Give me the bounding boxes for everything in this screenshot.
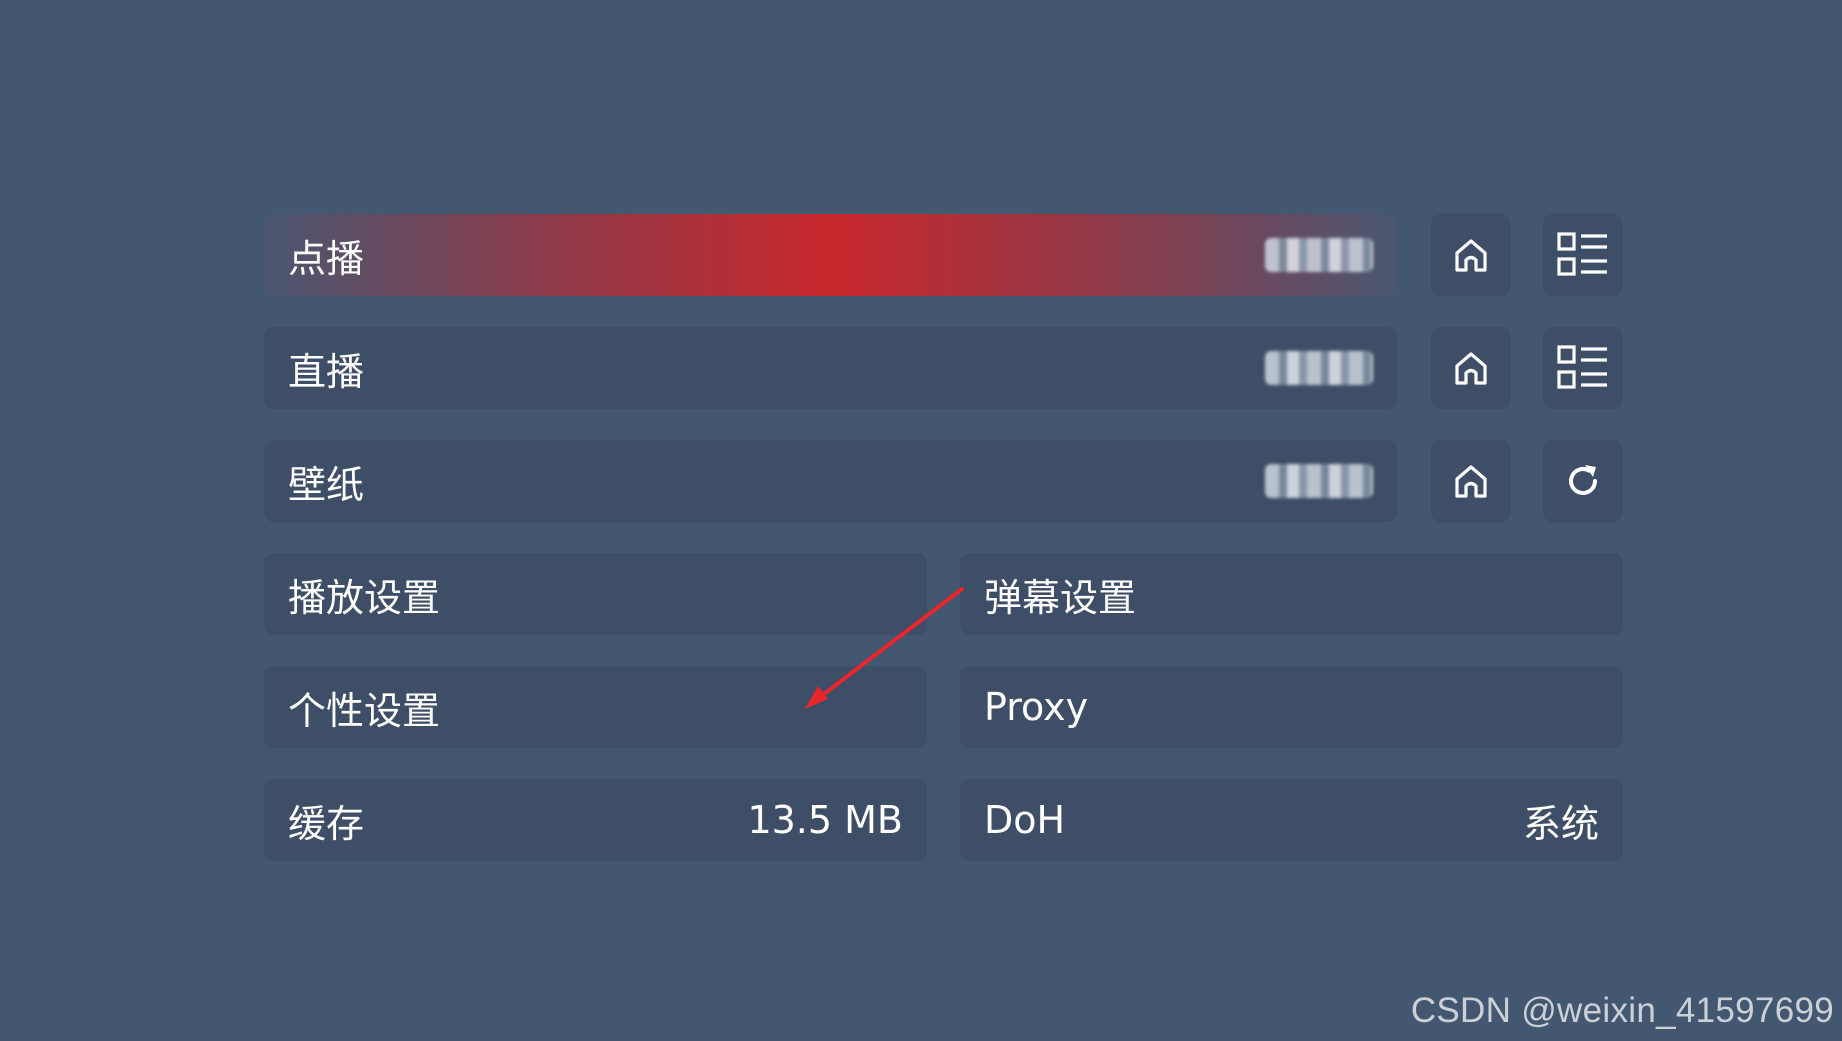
refresh-icon [1569,465,1597,495]
player-settings-label: 播放设置 [288,575,441,620]
live-home-button[interactable] [1431,327,1511,409]
cache-size-value: 13.5 MB [747,798,903,842]
vod-label: 点播 [288,236,365,281]
live-list-button[interactable] [1543,327,1623,409]
vod-setting-row[interactable]: 点播 [264,214,1397,296]
csdn-watermark: CSDN @weixin_41597699 [1410,991,1834,1030]
wallpaper-value-blurred [1265,464,1373,498]
grid-list-icon [1557,345,1607,389]
grid-list-icon [1557,232,1607,276]
wallpaper-refresh-button[interactable] [1543,440,1623,522]
home-icon [1455,239,1487,272]
danmaku-settings-label: 弹幕设置 [984,575,1137,620]
wallpaper-setting-row[interactable]: 壁纸 [264,440,1397,522]
doh-row[interactable]: DoH 系统 [960,779,1623,861]
personal-settings-label: 个性设置 [288,688,441,733]
vod-home-button[interactable] [1431,214,1511,296]
cache-row[interactable]: 缓存 13.5 MB [264,779,927,861]
personal-settings-row[interactable]: 个性设置 [264,666,927,748]
home-icon [1455,352,1487,385]
home-icon [1455,465,1487,498]
doh-label: DoH [984,798,1066,842]
danmaku-settings-row[interactable]: 弹幕设置 [960,553,1623,635]
settings-screen: 点播 直播 壁纸 播放设置 弹幕设置 个性设置 Proxy 缓存 13.5 MB… [0,0,1842,1041]
live-label: 直播 [288,349,365,394]
live-value-blurred [1265,351,1373,385]
wallpaper-home-button[interactable] [1431,440,1511,522]
vod-list-button[interactable] [1543,214,1623,296]
doh-value: 系统 [1522,801,1599,846]
wallpaper-label: 壁纸 [288,462,365,507]
vod-value-blurred [1265,238,1373,272]
cache-label: 缓存 [288,801,365,846]
proxy-row[interactable]: Proxy [960,666,1623,748]
live-setting-row[interactable]: 直播 [264,327,1397,409]
player-settings-row[interactable]: 播放设置 [264,553,927,635]
proxy-label: Proxy [984,685,1089,729]
